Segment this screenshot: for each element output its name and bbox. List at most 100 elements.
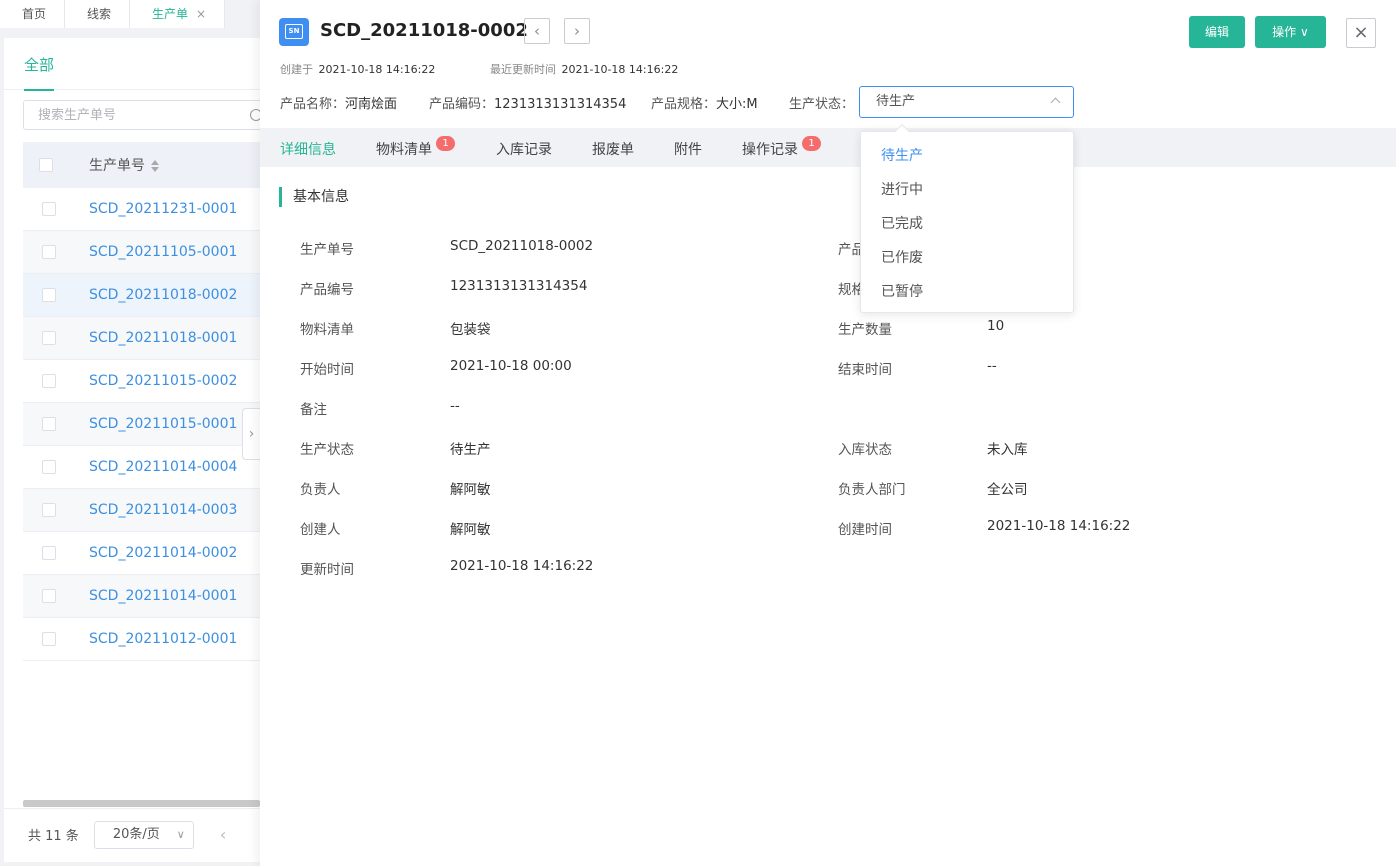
detail-drawer: SN SCD_20211018-0002 ‹ › 编辑 操作 ∨ × 创建于 2… <box>260 0 1396 866</box>
field-value: 2021-10-18 14:16:22 <box>450 558 594 574</box>
table-row[interactable]: SCD_20211014-0003 <box>23 489 263 532</box>
table-row[interactable]: SCD_20211014-0004 <box>23 446 263 489</box>
order-link[interactable]: SCD_20211014-0003 <box>89 502 237 518</box>
prev-page-icon[interactable]: ‹ <box>220 825 226 844</box>
order-list-panel: 全部 生产单号 SCD_20211231-0001 SCD_20211105-00… <box>4 38 283 862</box>
detail-tab[interactable]: 附件 <box>674 139 702 159</box>
operations-label: 操作 <box>1272 25 1297 39</box>
row-checkbox[interactable] <box>42 632 56 646</box>
status-dropdown-menu: 待生产进行中已完成已作废已暂停 <box>860 123 1074 313</box>
order-link[interactable]: SCD_20211015-0002 <box>89 373 237 389</box>
detail-tab[interactable]: 物料清单 <box>376 139 432 159</box>
order-link[interactable]: SCD_20211012-0001 <box>89 631 237 647</box>
order-link[interactable]: SCD_20211014-0002 <box>89 545 237 561</box>
top-tab-leads[interactable]: 线索 <box>65 0 131 28</box>
order-table: 生产单号 SCD_20211231-0001 SCD_20211105-0001 S… <box>23 142 263 661</box>
collapse-panel-handle[interactable]: › <box>242 408 260 460</box>
pagination-total: 共 11 条 <box>28 829 79 844</box>
next-record-button[interactable]: › <box>564 18 590 44</box>
detail-tab[interactable]: 操作记录 <box>742 139 798 159</box>
product-name-value: 河南烩面 <box>345 97 398 112</box>
horizontal-scrollbar[interactable] <box>23 800 260 807</box>
top-tab-home[interactable]: 首页 <box>0 0 66 28</box>
dropdown-option[interactable]: 已作废 <box>881 247 923 267</box>
field-label: 生产单号 <box>300 242 354 258</box>
row-checkbox[interactable] <box>42 331 56 345</box>
row-checkbox[interactable] <box>42 374 56 388</box>
table-row[interactable]: SCD_20211018-0002 <box>23 274 263 317</box>
page-size-value: 20条/页 <box>112 826 160 842</box>
order-link[interactable]: SCD_20211014-0004 <box>89 459 237 475</box>
top-tab-label: 首页 <box>22 7 47 21</box>
table-row[interactable]: SCD_20211012-0001 <box>23 618 263 661</box>
pagination: 共 11 条 20条/页 ∨ ‹ <box>4 808 260 860</box>
order-link[interactable]: SCD_20211018-0001 <box>89 330 237 346</box>
prev-record-button[interactable]: ‹ <box>524 18 550 44</box>
product-name-info: 产品名称：河南烩面 <box>280 93 397 112</box>
order-link[interactable]: SCD_20211018-0002 <box>89 287 237 303</box>
field-value: 1231313131314354 <box>450 278 588 294</box>
detail-tab-bar: 详细信息 物料清单 1 入库记录 报废单 附件 操作记录 1 <box>260 128 1396 167</box>
product-spec-label: 产品规格： <box>651 97 717 112</box>
page-size-select[interactable]: 20条/页 ∨ <box>93 820 194 849</box>
chevron-down-icon: ∨ <box>176 827 185 841</box>
product-spec-info: 产品规格：大小:M <box>651 93 758 112</box>
field-value: 2021-10-18 14:16:22 <box>987 518 1131 534</box>
top-tab-label: 线索 <box>87 7 112 21</box>
row-checkbox[interactable] <box>42 460 56 474</box>
row-checkbox[interactable] <box>42 245 56 259</box>
field-label: 生产状态 <box>300 442 354 458</box>
search-input[interactable] <box>24 101 282 129</box>
detail-tab[interactable]: 入库记录 <box>496 139 552 159</box>
select-all-checkbox[interactable] <box>39 158 53 172</box>
dropdown-option[interactable]: 已完成 <box>881 213 923 233</box>
order-link[interactable]: SCD_20211015-0001 <box>89 416 237 432</box>
table-row[interactable]: SCD_20211015-0001 <box>23 403 263 446</box>
close-icon: × <box>1353 22 1369 43</box>
product-name-label: 产品名称： <box>280 97 346 112</box>
updated-label: 最近更新时间 <box>490 63 556 76</box>
table-row[interactable]: SCD_20211018-0001 <box>23 317 263 360</box>
field-value: 解阿敏 <box>450 522 491 538</box>
dropdown-option[interactable]: 已暂停 <box>881 281 923 301</box>
table-row[interactable]: SCD_20211015-0002 <box>23 360 263 403</box>
close-icon[interactable]: × <box>196 7 206 21</box>
detail-tab[interactable]: 详细信息 <box>280 139 336 159</box>
row-checkbox[interactable] <box>42 546 56 560</box>
detail-tab[interactable]: 报废单 <box>592 139 634 159</box>
top-tab-production-order[interactable]: 生产单 × <box>130 0 226 28</box>
row-checkbox[interactable] <box>42 202 56 216</box>
chevron-down-icon: ∨ <box>1300 25 1309 39</box>
order-link[interactable]: SCD_20211105-0001 <box>89 244 237 260</box>
close-drawer-button[interactable]: × <box>1346 18 1376 48</box>
row-checkbox[interactable] <box>42 503 56 517</box>
chevron-right-icon: › <box>574 22 580 40</box>
status-select[interactable]: 待生产 <box>859 86 1074 118</box>
table-row[interactable]: SCD_20211014-0002 <box>23 532 263 575</box>
row-checkbox[interactable] <box>42 589 56 603</box>
field-label: 创建时间 <box>838 522 892 538</box>
column-header-order-no[interactable]: 生产单号 <box>89 155 159 175</box>
field-label: 备注 <box>300 402 327 418</box>
page-title: SCD_20211018-0002 <box>320 20 528 41</box>
section-title-basic-info: 基本信息 <box>279 187 349 207</box>
field-label: 入库状态 <box>838 442 892 458</box>
count-badge: 1 <box>436 136 455 151</box>
order-link[interactable]: SCD_20211231-0001 <box>89 201 237 217</box>
created-meta: 创建于 2021-10-18 14:16:22 <box>280 61 435 77</box>
dropdown-option[interactable]: 待生产 <box>881 145 923 165</box>
sort-icon[interactable] <box>151 160 159 172</box>
table-row[interactable]: SCD_20211014-0001 <box>23 575 263 618</box>
operations-dropdown-button[interactable]: 操作 ∨ <box>1255 16 1326 48</box>
edit-button[interactable]: 编辑 <box>1189 16 1245 48</box>
order-link[interactable]: SCD_20211014-0001 <box>89 588 237 604</box>
row-checkbox[interactable] <box>42 288 56 302</box>
chevron-up-icon <box>1050 97 1061 108</box>
dropdown-option[interactable]: 进行中 <box>881 179 923 199</box>
search-box <box>23 100 283 130</box>
filter-tab-all[interactable]: 全部 <box>24 54 55 91</box>
table-row[interactable]: SCD_20211105-0001 <box>23 231 263 274</box>
row-checkbox[interactable] <box>42 417 56 431</box>
table-row[interactable]: SCD_20211231-0001 <box>23 188 263 231</box>
status-select-value: 待生产 <box>876 94 916 109</box>
